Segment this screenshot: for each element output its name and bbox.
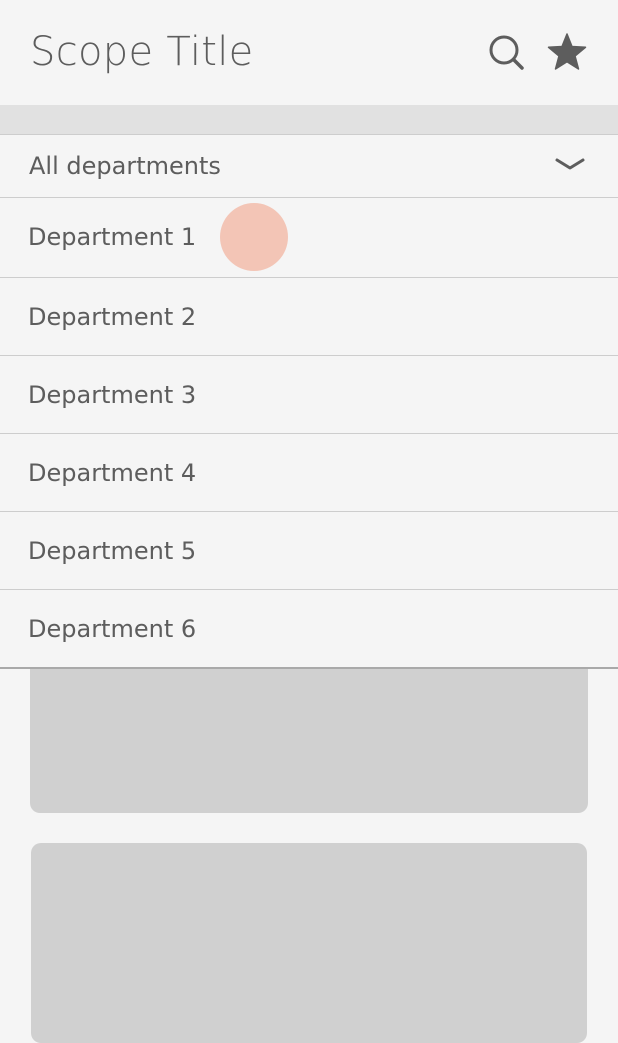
department-list: Department 1 Department 2 Department 3 D… <box>0 198 618 669</box>
department-option-label: Department 3 <box>28 381 197 409</box>
department-option[interactable]: Department 2 <box>0 278 618 356</box>
content-card-placeholder[interactable] <box>31 843 587 1043</box>
department-option-label: Department 6 <box>28 615 197 643</box>
header-separator <box>0 105 618 135</box>
touch-indicator <box>220 203 288 271</box>
department-option[interactable]: Department 6 <box>0 590 618 669</box>
department-option[interactable]: Department 4 <box>0 434 618 512</box>
department-option-label: Department 5 <box>28 537 197 565</box>
department-option-label: Department 1 <box>28 223 197 251</box>
department-option-label: Department 2 <box>28 303 197 331</box>
page-title: Scope Title <box>30 29 254 75</box>
chevron-down-icon <box>555 158 585 170</box>
department-option[interactable]: Department 5 <box>0 512 618 590</box>
app-header: Scope Title <box>0 0 618 105</box>
search-icon[interactable] <box>486 32 526 72</box>
department-filter-label: All departments <box>29 152 221 180</box>
department-filter-dropdown[interactable]: All departments <box>0 135 618 198</box>
department-option[interactable]: Department 1 <box>0 198 618 278</box>
department-option-label: Department 4 <box>28 459 197 487</box>
star-icon[interactable] <box>547 32 587 72</box>
department-option[interactable]: Department 3 <box>0 356 618 434</box>
